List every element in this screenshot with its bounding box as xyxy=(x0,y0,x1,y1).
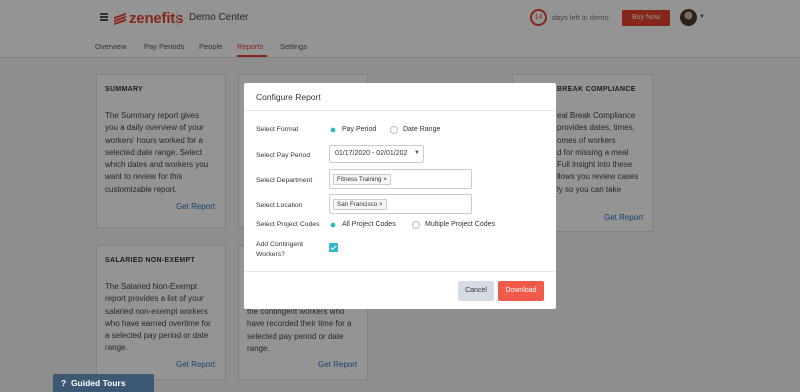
close-icon[interactable]: × xyxy=(383,176,387,183)
pay-period-radio-label[interactable]: Pay Period xyxy=(342,126,376,133)
department-input[interactable]: Fitness Training × xyxy=(329,169,472,189)
pay-period-select[interactable]: 01/17/2020 - 02/01/202 xyxy=(329,145,424,163)
contingent-label-line2: Workers? xyxy=(256,251,285,258)
all-project-codes-radio[interactable] xyxy=(329,221,337,229)
format-label: Select Format xyxy=(256,126,299,133)
location-tag: San Francisco × xyxy=(333,199,387,210)
close-icon[interactable]: × xyxy=(379,201,383,208)
department-label: Select Department xyxy=(256,177,313,184)
location-tag-label: San Francisco xyxy=(337,201,378,208)
project-codes-label: Select Project Codes xyxy=(256,221,320,228)
cancel-button[interactable]: Cancel xyxy=(458,281,494,301)
guided-tours-button[interactable]: ? Guided Tours xyxy=(53,374,154,392)
contingent-workers-checkbox[interactable] xyxy=(329,243,338,252)
multiple-project-codes-radio[interactable] xyxy=(412,221,420,229)
modal-header: Configure Report xyxy=(244,83,556,111)
chevron-down-icon[interactable]: ▼ xyxy=(414,150,420,156)
location-label: Select Location xyxy=(256,202,303,209)
download-button[interactable]: Download xyxy=(498,281,544,301)
configure-report-modal: Configure Report Select Format Pay Perio… xyxy=(244,83,556,309)
date-range-radio[interactable] xyxy=(390,126,398,134)
pay-period-radio[interactable] xyxy=(329,126,337,134)
modal-footer-divider xyxy=(244,271,556,272)
location-input[interactable]: San Francisco × xyxy=(329,194,472,214)
pay-period-label: Select Pay Period xyxy=(256,152,311,159)
all-project-codes-label[interactable]: All Project Codes xyxy=(342,221,396,228)
modal-title: Configure Report xyxy=(256,92,321,102)
contingent-label: Add Contingent xyxy=(256,241,303,248)
department-tag: Fitness Training × xyxy=(333,174,391,185)
help-icon: ? xyxy=(61,378,67,388)
guided-tours-label: Guided Tours xyxy=(70,378,126,388)
department-tag-label: Fitness Training xyxy=(337,176,382,183)
date-range-radio-label[interactable]: Date Range xyxy=(403,126,440,133)
multiple-project-codes-label[interactable]: Multiple Project Codes xyxy=(425,221,495,228)
